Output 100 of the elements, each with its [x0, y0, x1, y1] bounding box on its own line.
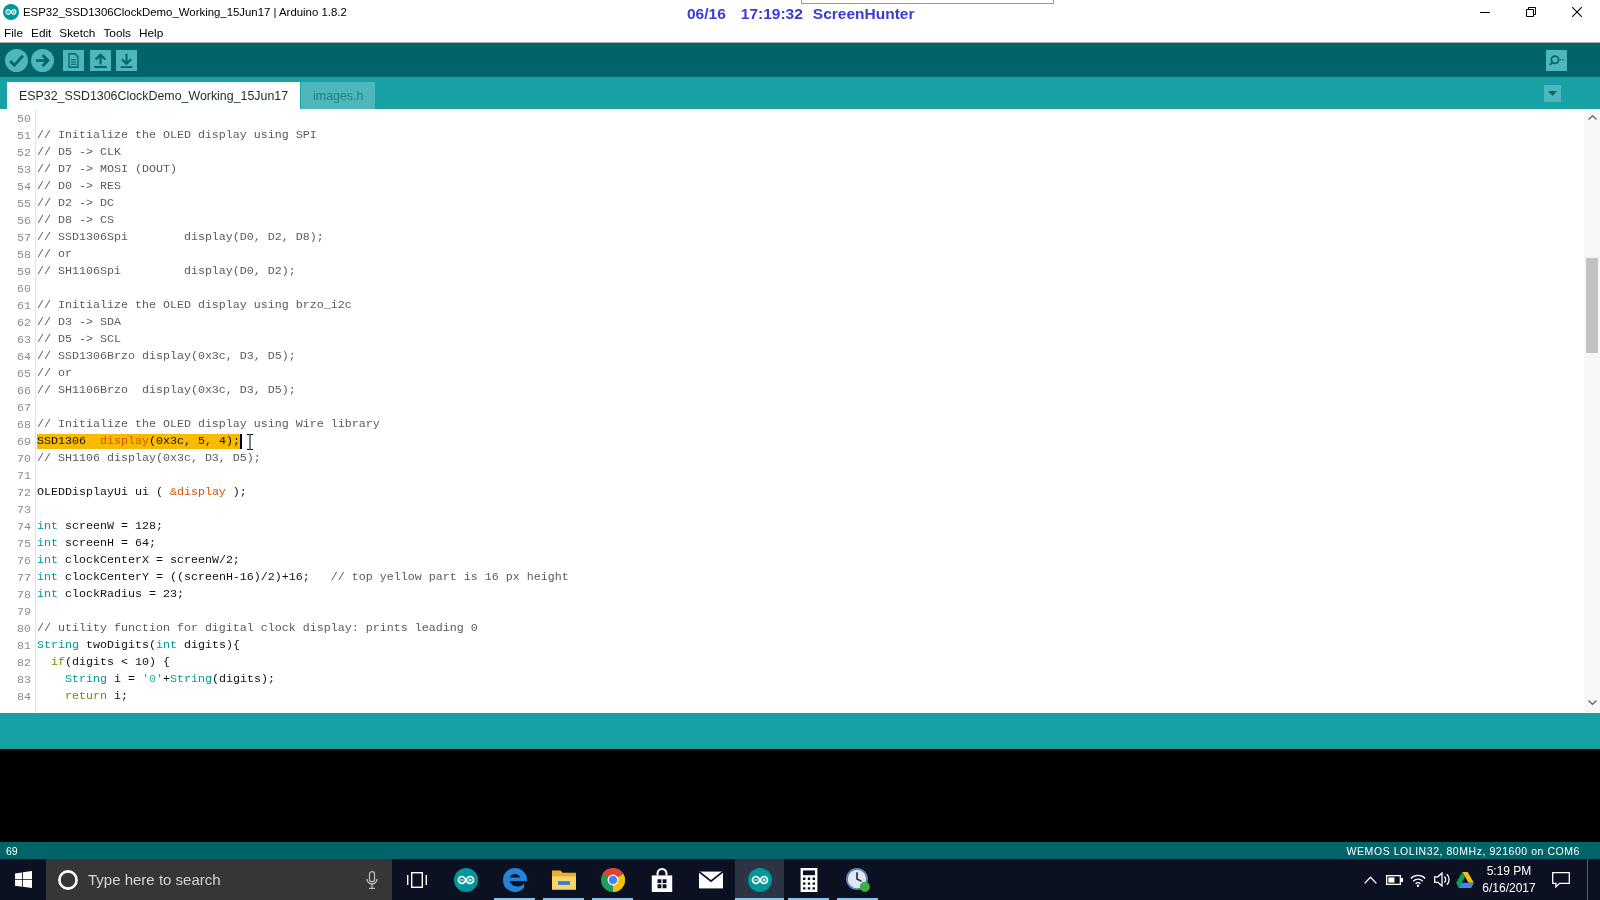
menu-item[interactable]: Tools [103, 26, 131, 40]
code-line: OLEDDisplayUi ui ( &display ); [37, 485, 248, 500]
line-number: 65 [16, 366, 32, 381]
windows-logo-icon[interactable] [14, 871, 32, 888]
code-line: int clockCenterY = ((screenH-16)/2)+16; // top yellow part is 16 px height [37, 570, 570, 585]
line-number: 75 [16, 536, 32, 551]
line-number: 59 [16, 264, 32, 279]
chevron-down-icon[interactable] [1587, 700, 1597, 705]
line-number: 78 [16, 587, 32, 602]
code-line: // D2 -> DC [37, 196, 115, 211]
search-field[interactable]: Type here to search [46, 859, 392, 900]
line-number: 69 [16, 434, 32, 449]
line-number: 64 [16, 349, 32, 364]
menu-item[interactable]: Sketch [59, 26, 96, 40]
scrollbar-thumb[interactable] [1586, 258, 1598, 353]
folder-icon[interactable] [551, 867, 576, 892]
triangle-logo-icon[interactable] [1456, 871, 1474, 888]
line-number: 63 [16, 332, 32, 347]
clock-button[interactable]: 5:19 PM 6/16/2017 [1477, 859, 1541, 900]
line-number: 62 [16, 315, 32, 330]
code-line: // Initialize the OLED display using Wire library [37, 417, 381, 432]
triangle-down-icon[interactable] [1548, 90, 1557, 96]
line-number: 57 [16, 230, 32, 245]
code-line: // D5 -> SCL [37, 332, 122, 347]
line-number: 56 [16, 213, 32, 228]
code-line: // SH1106 display(0x3c, D3, D5); [37, 451, 262, 466]
line-number: 82 [16, 655, 32, 670]
taskbar-button[interactable] [735, 859, 784, 900]
line-number: 58 [16, 247, 32, 262]
tab-menu-button[interactable] [1544, 84, 1561, 102]
letter-e-logo-icon[interactable] [502, 867, 527, 892]
code-line: // SSD1306Spi display(D0, D2, D8); [37, 230, 325, 245]
code-line: // D7 -> MOSI (DOUT) [37, 162, 178, 177]
microphone-icon[interactable] [366, 870, 378, 889]
line-number: 71 [16, 468, 32, 483]
menu-item[interactable]: Edit [31, 26, 52, 40]
wifi-icon[interactable] [1410, 872, 1426, 887]
line-number: 77 [16, 570, 32, 585]
clock-icon[interactable] [845, 867, 870, 892]
code-line: // SH1106Brzo display(0x3c, D3, D5); [37, 383, 297, 398]
line-number: 83 [16, 672, 32, 687]
code-line: int clockCenterX = screenW/2; [37, 553, 241, 568]
code-line: // D8 -> CS [37, 213, 115, 228]
code-line: // Initialize the OLED display using SPI [37, 128, 318, 143]
line-number: 74 [16, 519, 32, 534]
line-number: 79 [16, 604, 32, 619]
round-logo-icon[interactable] [600, 867, 625, 892]
code-line: // SH1106Spi display(D0, D2); [37, 264, 297, 279]
circle-icon[interactable] [58, 869, 78, 890]
line-number: 70 [16, 451, 32, 466]
stamp-time: 17:19:32 [740, 5, 803, 22]
line-indicator: 69 [6, 844, 18, 857]
code-line: // or [37, 366, 73, 381]
editor-tab[interactable]: ESP32_SSD1306ClockDemo_Working_15Jun17 [7, 82, 301, 109]
code-line: int screenH = 64; [37, 536, 157, 551]
line-number: 60 [16, 281, 32, 296]
line-number: 55 [16, 196, 32, 211]
search-input[interactable]: Type here to search [88, 868, 358, 891]
code-line: // Initialize the OLED display using brzo_i2c [37, 298, 353, 313]
infinity-logo-icon[interactable] [453, 867, 478, 892]
line-number: 76 [16, 553, 32, 568]
line-number: 51 [16, 128, 32, 143]
infinity-logo-icon[interactable] [747, 867, 772, 892]
window-title: ESP32_SSD1306ClockDemo_Working_15Jun17 | Arduino 1.8.2 [23, 6, 347, 18]
code-line: // D3 -> SDA [37, 315, 122, 330]
line-number: 52 [16, 145, 32, 160]
code-line: String twoDigits(int digits){ [37, 638, 241, 653]
task-view-icon[interactable] [406, 871, 427, 888]
code-line: // SSD1306Brzo display(0x3c, D3, D5); [37, 349, 297, 364]
restore-icon[interactable] [1526, 7, 1536, 17]
line-number: 50 [16, 111, 32, 126]
battery-icon[interactable] [1385, 874, 1403, 885]
line-number: 81 [16, 638, 32, 653]
line-number: 54 [16, 179, 32, 194]
menu-item[interactable]: Help [138, 26, 164, 40]
code-line: return i; [63, 689, 129, 704]
line-number: 68 [16, 417, 32, 432]
line-number: 84 [16, 689, 32, 704]
code-line: String i = '0'+String(digits); [63, 672, 276, 687]
stamp-date: 06/16 [687, 5, 726, 22]
line-number: 66 [16, 383, 32, 398]
code-line: int screenW = 128; [37, 519, 164, 534]
code-line: if(digits < 10) { [50, 655, 171, 670]
line-number: 53 [16, 162, 32, 177]
text-cursor-icon [246, 434, 254, 450]
speaker-icon[interactable] [1433, 872, 1450, 887]
infinity-logo-icon [3, 4, 19, 20]
code-line: // D0 -> RES [37, 179, 122, 194]
line-number: 72 [16, 485, 32, 500]
menu-item[interactable]: File [4, 26, 23, 40]
speech-bubble-icon[interactable] [1552, 871, 1570, 888]
stamp-label: ScreenHunter [812, 5, 915, 22]
close-icon[interactable] [1572, 7, 1582, 17]
line-number: 67 [16, 400, 32, 415]
code-line: // or [37, 247, 73, 262]
code-line: int clockRadius = 23; [37, 587, 185, 602]
line-number: 80 [16, 621, 32, 636]
line-number: 61 [16, 298, 32, 313]
shopping-bag-icon[interactable] [649, 867, 674, 892]
board-info: WEMOS LOLIN32, 80MHz, 921600 on COM6 [1346, 844, 1580, 857]
